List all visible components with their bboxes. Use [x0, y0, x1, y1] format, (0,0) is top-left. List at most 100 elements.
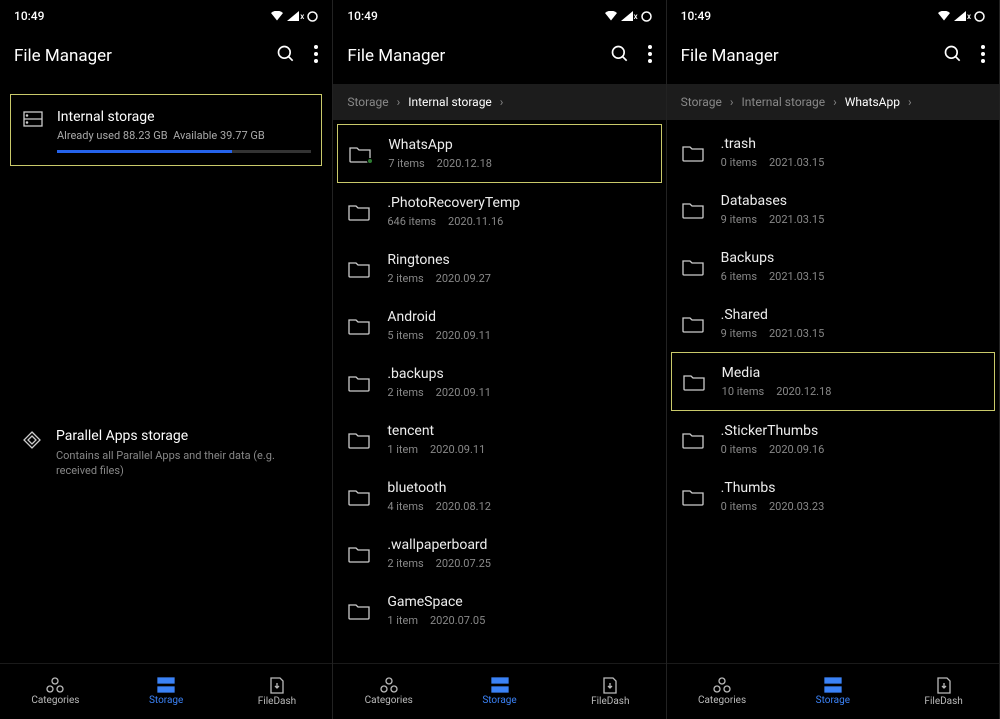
- signal-icon: [621, 11, 633, 21]
- chevron-right-icon: ›: [500, 95, 504, 109]
- more-icon[interactable]: [648, 45, 652, 67]
- status-icons: x: [937, 11, 985, 22]
- folder-meta: 2 items2020.07.25: [387, 557, 651, 570]
- folder-row[interactable]: Ringtones2 items2020.09.27: [333, 240, 665, 297]
- folder-icon: [347, 488, 371, 506]
- folder-name: WhatsApp: [388, 137, 650, 153]
- app-bar: File Manager: [667, 28, 999, 84]
- folder-meta: 10 items2020.12.18: [722, 385, 984, 398]
- internal-storage-card[interactable]: Internal storage Already used 88.23 GB A…: [10, 94, 322, 166]
- folder-icon: [347, 260, 371, 278]
- nav-storage[interactable]: Storage: [777, 664, 888, 719]
- nav-filedash[interactable]: FileDash: [222, 664, 333, 719]
- search-icon[interactable]: [610, 44, 630, 68]
- folder-row[interactable]: .Thumbs 0 items2020.03.23: [667, 468, 999, 525]
- folder-row[interactable]: .StickerThumbs 0 items2020.09.16: [667, 411, 999, 468]
- folder-name: .Thumbs: [721, 480, 985, 496]
- folder-row[interactable]: Android5 items2020.09.11: [333, 297, 665, 354]
- bottom-nav: Categories Storage FileDash: [0, 663, 332, 719]
- signal-x-icon: x: [300, 12, 304, 21]
- bottom-nav: Categories Storage FileDash: [667, 663, 999, 719]
- nav-categories[interactable]: Categories: [667, 664, 778, 719]
- storage-bar: [57, 150, 311, 153]
- status-bar: 10:49 x: [333, 0, 665, 28]
- folder-meta: 0 items2020.03.23: [721, 500, 985, 513]
- breadcrumb: Storage › Internal storage › WhatsApp ›: [667, 84, 999, 120]
- nav-filedash[interactable]: FileDash: [555, 664, 666, 719]
- more-icon[interactable]: [981, 45, 985, 67]
- folder-row[interactable]: Databases9 items2021.03.15: [667, 181, 999, 238]
- nav-categories[interactable]: Categories: [0, 664, 111, 719]
- folder-icon: [347, 431, 371, 449]
- folder-row[interactable]: Media10 items2020.12.18: [671, 352, 995, 411]
- status-icons: x: [604, 11, 652, 22]
- nav-categories[interactable]: Categories: [333, 664, 444, 719]
- folder-name: Android: [387, 309, 651, 325]
- folder-meta: 1 item2020.07.05: [387, 614, 651, 627]
- parallel-title: Parallel Apps storage: [56, 428, 310, 444]
- folder-row[interactable]: .trash0 items2021.03.15: [667, 124, 999, 181]
- breadcrumb-item[interactable]: Storage: [347, 95, 388, 109]
- folder-row[interactable]: .wallpaperboard2 items2020.07.25: [333, 525, 665, 582]
- app-bar: File Manager: [333, 28, 665, 84]
- circle-icon: [307, 11, 318, 22]
- app-bar: File Manager: [0, 28, 332, 84]
- status-bar: 10:49 x: [667, 0, 999, 28]
- signal-icon: [287, 11, 299, 21]
- search-icon[interactable]: [943, 44, 963, 68]
- parallel-storage-card[interactable]: Parallel Apps storage Contains all Paral…: [10, 416, 322, 491]
- content: Internal storage Already used 88.23 GB A…: [0, 84, 332, 663]
- folder-icon: [348, 145, 372, 163]
- chevron-right-icon: ›: [730, 95, 734, 109]
- folder-icon: [682, 373, 706, 391]
- folder-meta: 0 items2020.09.16: [721, 443, 985, 456]
- chevron-right-icon: ›: [833, 95, 837, 109]
- storage-bar-fill: [57, 150, 232, 153]
- folder-row[interactable]: WhatsApp 7 items2020.12.18: [337, 124, 661, 183]
- folder-row[interactable]: Backups6 items2021.03.15: [667, 238, 999, 295]
- app-title: File Manager: [681, 46, 779, 66]
- folder-meta: 2 items2020.09.27: [387, 272, 651, 285]
- breadcrumb-item[interactable]: Storage: [681, 95, 722, 109]
- breadcrumb-item[interactable]: WhatsApp: [845, 95, 900, 109]
- folder-row[interactable]: .backups2 items2020.09.11: [333, 354, 665, 411]
- breadcrumb: Storage › Internal storage ›: [333, 84, 665, 120]
- search-icon[interactable]: [276, 44, 296, 68]
- internal-storage-title: Internal storage: [57, 109, 311, 125]
- folder-icon: [347, 317, 371, 335]
- folder-row[interactable]: tencent1 item2020.09.11: [333, 411, 665, 468]
- nav-filedash[interactable]: FileDash: [888, 664, 999, 719]
- internal-storage-sub: Already used 88.23 GB Available 39.77 GB: [57, 129, 311, 142]
- folder-icon: [347, 602, 371, 620]
- folder-name: GameSpace: [387, 594, 651, 610]
- signal-x-icon: x: [634, 12, 638, 21]
- folder-row[interactable]: bluetooth4 items2020.08.12: [333, 468, 665, 525]
- folder-icon: [681, 315, 705, 333]
- folder-name: .StickerThumbs: [721, 423, 985, 439]
- more-icon[interactable]: [314, 45, 318, 67]
- status-icons: x: [270, 11, 318, 22]
- folder-meta: 0 items2021.03.15: [721, 156, 985, 169]
- status-time: 10:49: [347, 9, 377, 23]
- status-bar: 10:49 x: [0, 0, 332, 28]
- storage-icon: [23, 109, 45, 153]
- nav-storage[interactable]: Storage: [444, 664, 555, 719]
- folder-name: .backups: [387, 366, 651, 382]
- status-time: 10:49: [14, 9, 44, 23]
- folder-row[interactable]: .PhotoRecoveryTemp646 items2020.11.16: [333, 183, 665, 240]
- breadcrumb-item[interactable]: Internal storage: [408, 95, 492, 109]
- wifi-icon: [937, 11, 951, 21]
- parallel-icon: [22, 428, 42, 479]
- chevron-right-icon: ›: [397, 95, 401, 109]
- folder-meta: 7 items2020.12.18: [388, 157, 650, 170]
- breadcrumb-item[interactable]: Internal storage: [742, 95, 826, 109]
- circle-icon: [974, 11, 985, 22]
- signal-x-icon: x: [967, 12, 971, 21]
- signal-icon: [954, 11, 966, 21]
- folder-list: WhatsApp 7 items2020.12.18 .PhotoRecoveryT…: [333, 120, 665, 663]
- folder-row[interactable]: GameSpace 1 item2020.07.05: [333, 582, 665, 639]
- folder-icon: [681, 258, 705, 276]
- folder-row[interactable]: .Shared9 items2021.03.15: [667, 295, 999, 352]
- chevron-right-icon: ›: [908, 95, 912, 109]
- nav-storage[interactable]: Storage: [111, 664, 222, 719]
